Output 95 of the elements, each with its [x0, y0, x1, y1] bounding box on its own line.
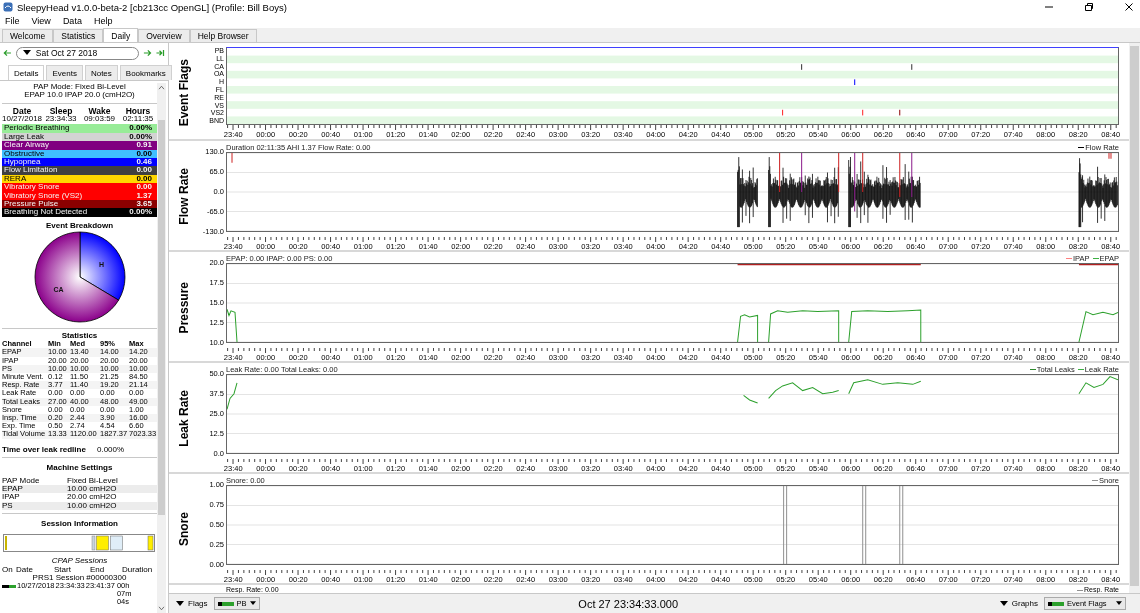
caret-icon: [176, 600, 184, 607]
column-header: Hours: [124, 106, 152, 116]
tab[interactable]: Notes: [84, 65, 118, 80]
mode-text: EPAP 10.0 IPAP 20.0 (cmH2O): [23, 91, 136, 100]
caret-icon: [22, 50, 31, 56]
table-cell: EPAP: [2, 485, 67, 494]
skip-to-end-icon[interactable]: [156, 49, 165, 57]
table-cell-text: IPAP: [2, 493, 21, 502]
event-value: 0.46: [135, 157, 153, 167]
arrow-left-icon[interactable]: [3, 49, 12, 57]
section-title: Machine Settings: [45, 463, 114, 472]
event-value: 1.37: [135, 191, 153, 200]
event-value: 0.00%: [128, 132, 153, 142]
menu-item[interactable]: View: [31, 16, 51, 26]
graph-title: Snore: [177, 512, 191, 547]
event-name: Periodic Breathing: [3, 124, 71, 133]
tab[interactable]: Overview: [138, 29, 190, 42]
menu-item[interactable]: Data: [62, 16, 82, 26]
tab[interactable]: Daily: [103, 28, 139, 42]
cursor-time: Oct 27 23:34:33.000: [578, 597, 678, 610]
event-name: Breathing Not Detected: [3, 208, 89, 217]
table-cell-text: 23:34:33: [44, 115, 78, 124]
event-name: Obstructive: [3, 149, 45, 158]
table-cell-text: 02:11:35: [121, 115, 155, 124]
section-title: Session Information: [40, 519, 119, 529]
column-header: End: [90, 565, 106, 574]
event-name: Vibratory Snore (VS2): [3, 191, 84, 200]
graph-title: Leak Rate: [177, 390, 191, 447]
table-cell-text: 20.00 cmH2O: [67, 493, 118, 502]
event-value: 0.00: [135, 183, 153, 192]
menu-item[interactable]: File: [5, 16, 20, 26]
graph-title: Pressure: [177, 281, 191, 334]
column-header: Sleep: [48, 106, 74, 116]
column-header: Wake: [87, 106, 112, 116]
event-name: Hypopnea: [3, 157, 41, 166]
tab[interactable]: Events: [46, 65, 83, 80]
tab[interactable]: Bookmarks: [119, 65, 172, 80]
event-name: Flow Limitation: [3, 166, 59, 175]
event-name: RERA: [3, 174, 28, 184]
caret-icon: [249, 601, 256, 606]
graph-title: Flow Rate: [177, 168, 191, 225]
event-value: 0.00%: [128, 208, 153, 217]
restore-icon[interactable]: [1084, 2, 1094, 12]
table-cell: 10.00 cmH2O: [67, 501, 157, 510]
scroll-down-icon[interactable]: [158, 606, 165, 611]
chart-title: Event Breakdown: [45, 220, 114, 230]
graph-title: Event Flags: [177, 59, 191, 127]
redline-label: Time over leak redline: [2, 444, 87, 454]
column-header: Date: [16, 565, 33, 574]
caret-icon: [1116, 601, 1122, 606]
event-value: 0.00%: [128, 124, 153, 133]
event-value: 0.00: [135, 166, 153, 175]
column-header: Duration: [122, 565, 154, 574]
table-cell-text: PAP Mode: [2, 476, 41, 486]
tab[interactable]: Details: [8, 65, 45, 80]
graphs-button[interactable]: Graphs: [996, 599, 1041, 608]
menu-item[interactable]: Help: [93, 16, 113, 26]
table-cell: PS: [2, 501, 67, 510]
event-value: 0.91: [135, 141, 153, 150]
column-header: On: [2, 565, 14, 574]
scrollbar[interactable]: [1129, 43, 1140, 593]
event-name: Vibratory Snore: [3, 183, 61, 192]
event-name: Pressure Pulse: [3, 199, 60, 209]
redline-value: 0.000%: [97, 444, 126, 454]
table-cell-text: Fixed Bi-Level: [67, 476, 119, 486]
event-name: Large Leak: [3, 132, 45, 141]
table-cell: 10/27/2018: [2, 115, 42, 124]
session-name: PRS1 Session #00000300: [31, 574, 128, 583]
section-title: CPAP Sessions: [50, 557, 109, 566]
section-title: Statistics: [60, 331, 99, 341]
tab[interactable]: Welcome: [2, 29, 54, 42]
event-marker: [854, 78, 856, 86]
scrollbar[interactable]: [157, 83, 166, 613]
tab[interactable]: Help Browser: [189, 29, 257, 42]
column-header: Date: [11, 106, 33, 116]
close-icon[interactable]: [1124, 2, 1134, 12]
caret-icon: [999, 600, 1008, 607]
event-name: Clear Airway: [3, 141, 50, 150]
scrollbar-thumb[interactable]: [1130, 46, 1139, 586]
event-value: 0.00: [135, 174, 153, 184]
flags-button[interactable]: Flags: [173, 599, 211, 608]
column-header: Start: [54, 565, 72, 574]
event-value: 0.00: [135, 149, 153, 158]
mode-text: PAP Mode: Fixed Bi-Level: [32, 83, 127, 92]
event-value: 3.65: [135, 199, 153, 209]
plot-area[interactable]: [226, 152, 1119, 232]
scrollbar-thumb[interactable]: [157, 120, 166, 515]
event-marker: [899, 109, 901, 116]
session-enabled-indicator[interactable]: [2, 585, 16, 589]
arrow-right-icon[interactable]: [143, 49, 153, 57]
scroll-up-icon[interactable]: [158, 85, 165, 90]
window-title: SleepyHead v1.0.0-beta-2 [cb213cc OpenGL] (Profile: Bill Boys): [17, 1, 287, 13]
tab[interactable]: Statistics: [53, 29, 104, 42]
table-cell-text: 09:03:59: [82, 115, 117, 124]
table-cell: 10.00 cmH2O: [67, 485, 157, 494]
